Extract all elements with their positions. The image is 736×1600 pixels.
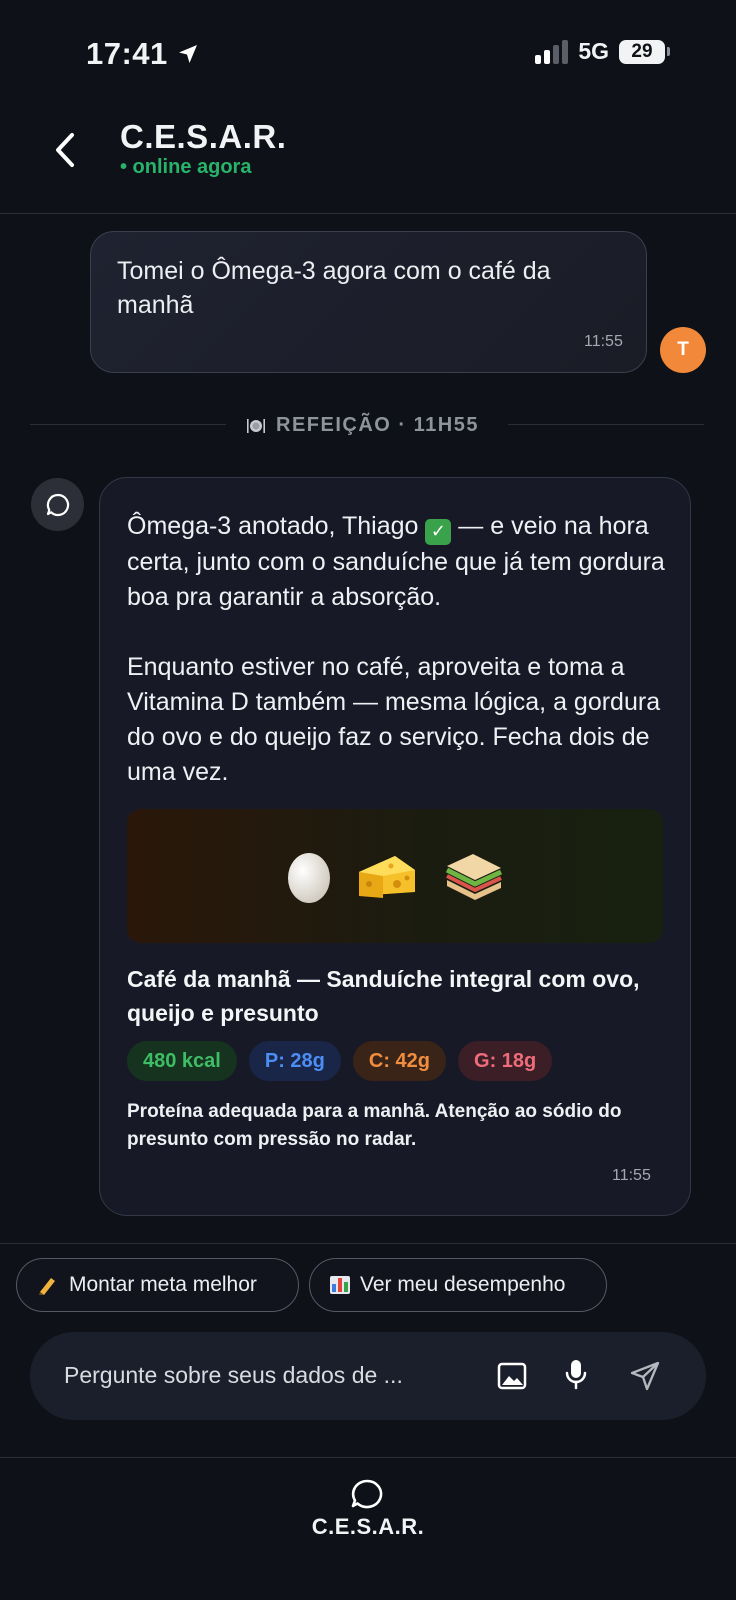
carbs-chip: C: 42g xyxy=(352,1041,447,1081)
user-message-text: Tomei o Ômega-3 agora com o café da manh… xyxy=(117,257,551,319)
user-message-time: 11:55 xyxy=(584,333,623,350)
bar-chart-icon xyxy=(330,1276,350,1294)
battery-icon: 29 xyxy=(619,39,670,64)
bot-message-text: Ômega-3 anotado, Thiago ✓ — e veio na ho… xyxy=(127,509,667,790)
user-avatar[interactable]: T xyxy=(660,327,706,373)
bottom-nav-divider xyxy=(0,1457,736,1458)
meal-divider-label: REFEIÇÃO · 11H55 xyxy=(276,414,479,436)
nutrition-chips: 480 kcal P: 28g C: 42g G: 18g xyxy=(127,1041,553,1081)
section-divider-right xyxy=(508,424,704,425)
cellular-signal-icon xyxy=(535,39,569,64)
bot-message-time: 11:55 xyxy=(612,1167,651,1184)
chat-title: C.E.S.A.R. xyxy=(120,118,287,155)
suggestion-label: Ver meu desempenho xyxy=(360,1273,566,1296)
kcal-chip: 480 kcal xyxy=(127,1041,237,1081)
send-icon[interactable] xyxy=(629,1360,661,1392)
section-divider-left xyxy=(30,424,226,425)
meal-divider: REFEIÇÃO · 11H55 xyxy=(246,414,479,437)
header-divider xyxy=(0,213,736,214)
check-mark-icon: ✓ xyxy=(425,518,452,545)
chat-input-placeholder[interactable]: Pergunte sobre seus dados de ... xyxy=(64,1362,403,1389)
online-status: • online agora xyxy=(120,156,252,178)
battery-level: 29 xyxy=(619,39,665,64)
cheese-icon xyxy=(359,856,415,898)
microphone-icon[interactable] xyxy=(564,1358,588,1392)
meal-title: Café da manhã — Sanduíche integral com o… xyxy=(127,966,640,1026)
suggestion-ver-desempenho[interactable]: Ver meu desempenho xyxy=(309,1258,607,1312)
suggestion-montar-meta[interactable]: Montar meta melhor xyxy=(16,1258,299,1312)
egg-icon xyxy=(288,853,330,903)
suggestions-divider xyxy=(0,1243,736,1244)
location-arrow-icon xyxy=(178,45,197,63)
chat-bubble-icon[interactable] xyxy=(349,1478,385,1512)
image-icon[interactable] xyxy=(497,1361,527,1391)
writing-hand-icon xyxy=(39,1278,55,1295)
food-icons xyxy=(127,809,663,943)
back-chevron-icon[interactable] xyxy=(50,132,80,168)
bot-paragraph-2: Enquanto estiver no café, aproveita e to… xyxy=(127,652,661,786)
network-type: 5G xyxy=(578,38,609,64)
bot-paragraph-1: Ômega-3 anotado, Thiago ✓ — e veio na ho… xyxy=(127,512,665,611)
status-bar-time: 17:41 xyxy=(86,36,200,72)
chat-bubble-icon xyxy=(46,493,69,516)
bottom-nav-label[interactable]: C.E.S.A.R. xyxy=(0,1514,736,1540)
fat-chip: G: 18g xyxy=(458,1041,553,1081)
sandwich-icon xyxy=(445,854,503,900)
meal-note: Proteína adequada para a manhã. Atenção … xyxy=(127,1101,622,1150)
plate-icon xyxy=(247,418,265,433)
bot-avatar xyxy=(31,478,84,531)
protein-chip: P: 28g xyxy=(248,1041,341,1081)
suggestion-label: Montar meta melhor xyxy=(69,1273,257,1296)
clock-text: 17:41 xyxy=(86,36,168,71)
status-bar-indicators: 5G 29 xyxy=(535,38,670,65)
